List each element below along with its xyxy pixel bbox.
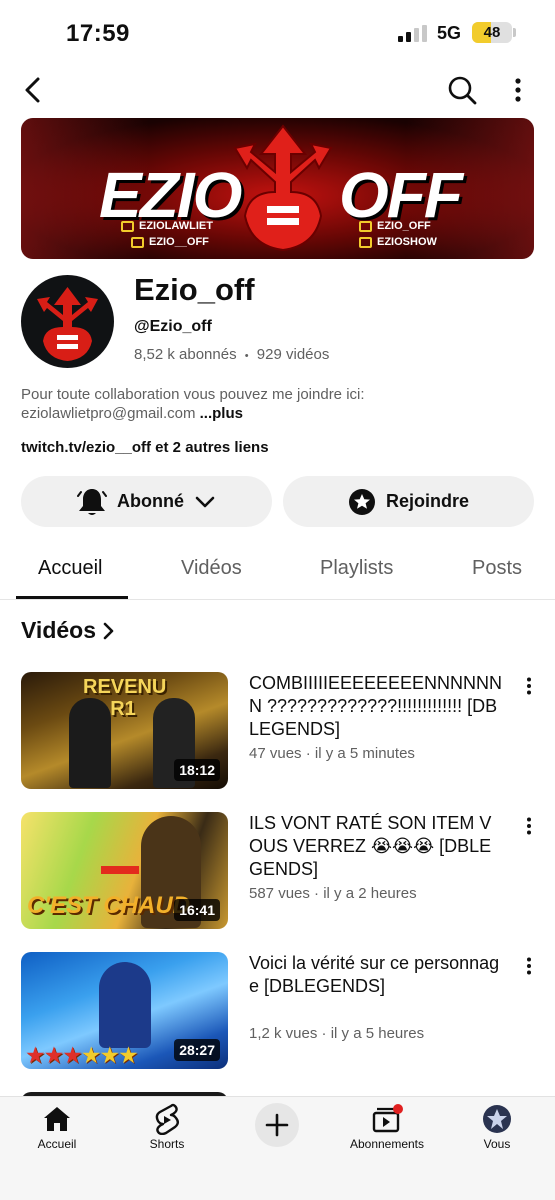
video-title[interactable]: Voici la vérité sur ce personnage [DBLEG… bbox=[249, 952, 504, 998]
video-count: 929 vidéos bbox=[256, 346, 330, 363]
back-button[interactable] bbox=[16, 72, 48, 108]
subscribed-label: Abonné bbox=[117, 491, 184, 511]
status-time: 17:59 bbox=[66, 20, 130, 47]
banner-social-twitch: EZIO__OFF bbox=[131, 236, 209, 248]
profile-avatar-icon bbox=[483, 1105, 511, 1133]
more-options-button[interactable] bbox=[504, 72, 532, 108]
description-line-1: Pour toute collaboration vous pouvez me … bbox=[21, 386, 365, 403]
channel-stats: 8,52 k abonnés • 929 vidéos bbox=[134, 346, 329, 363]
video-more-button[interactable] bbox=[519, 814, 539, 838]
channel-banner: EZIO OFF EZIOLAWLIET EZIO__OFF EZIO_OFF … bbox=[21, 118, 534, 259]
thumbnail-overlay-text: C'EST CHAUD bbox=[27, 892, 191, 919]
video-item[interactable]: C'EST CHAUD 16:41 ILS VONT RATÉ SON ITEM… bbox=[21, 812, 541, 930]
nav-home[interactable]: Accueil bbox=[7, 1101, 107, 1151]
channel-name: Ezio_off bbox=[134, 272, 255, 307]
nav-subscriptions-label: Abonnements bbox=[349, 1137, 425, 1151]
video-more-button[interactable] bbox=[519, 954, 539, 978]
description-more-link[interactable]: ...plus bbox=[200, 405, 243, 422]
create-button[interactable] bbox=[255, 1103, 299, 1147]
channel-tabs: Accueil Vidéos Playlists Posts bbox=[0, 544, 555, 600]
section-title: Vidéos bbox=[21, 617, 96, 643]
tab-playlists[interactable]: Playlists bbox=[320, 557, 393, 580]
nav-home-label: Accueil bbox=[37, 1137, 77, 1151]
emblem-logo-icon bbox=[233, 124, 333, 252]
banner-social-youtube-2: EZIOSHOW bbox=[359, 236, 437, 248]
video-thumbnail[interactable]: REVENU R1 18:12 bbox=[21, 672, 228, 789]
channel-handle: @Ezio_off bbox=[134, 318, 212, 335]
battery-icon: 48 bbox=[472, 22, 512, 43]
status-bar: 17:59 5G 48 bbox=[0, 0, 555, 66]
nav-shorts-label: Shorts bbox=[149, 1137, 185, 1151]
banner-social-x: EZIOLAWLIET bbox=[121, 220, 213, 232]
thumbnail-person-left bbox=[69, 698, 111, 788]
battery-tip bbox=[513, 28, 516, 37]
video-more-button[interactable] bbox=[519, 674, 539, 698]
bottom-nav: Accueil Shorts Abonnements Vous bbox=[0, 1096, 555, 1200]
signal-icon bbox=[398, 25, 427, 42]
thumbnail-star-rating: ★★★★★★ bbox=[25, 1042, 139, 1068]
video-meta: 1,2 k vues · il y a 5 heures bbox=[249, 1025, 425, 1042]
bell-icon bbox=[77, 488, 107, 515]
kebab-menu-icon bbox=[515, 78, 521, 102]
twitch-icon bbox=[131, 236, 144, 248]
chevron-right-icon bbox=[103, 622, 114, 639]
video-title[interactable]: COMBIIIIIEEEEEEEENNNNNNN ?????????????!!… bbox=[249, 672, 504, 741]
thumbnail-figure bbox=[99, 962, 151, 1048]
subscriber-count: 8,52 k abonnés bbox=[134, 346, 237, 363]
stats-separator: • bbox=[244, 350, 249, 362]
video-duration: 28:27 bbox=[174, 1039, 220, 1061]
plus-icon bbox=[265, 1113, 289, 1137]
nav-you[interactable]: Vous bbox=[447, 1101, 547, 1151]
subscriptions-icon bbox=[372, 1104, 403, 1133]
banner-social-youtube: EZIO_OFF bbox=[359, 220, 431, 232]
kebab-menu-icon bbox=[527, 817, 531, 835]
video-thumbnail[interactable]: ★★★★★★ 28:27 bbox=[21, 952, 228, 1069]
tab-home[interactable]: Accueil bbox=[38, 557, 102, 580]
thumbnail-arrow bbox=[101, 866, 139, 874]
nav-you-label: Vous bbox=[483, 1137, 511, 1151]
kebab-menu-icon bbox=[527, 957, 531, 975]
nav-shorts[interactable]: Shorts bbox=[117, 1101, 217, 1151]
search-button[interactable] bbox=[444, 72, 480, 108]
video-item[interactable]: REVENU R1 18:12 COMBIIIIIEEEEEEEENNNNNNN… bbox=[21, 672, 541, 790]
home-icon bbox=[44, 1107, 70, 1131]
video-meta: 47 vues · il y a 5 minutes bbox=[249, 745, 415, 762]
kebab-menu-icon bbox=[527, 677, 531, 695]
videos-section-header[interactable]: Vidéos bbox=[21, 617, 116, 644]
tab-posts[interactable]: Posts bbox=[472, 557, 522, 580]
back-arrow-icon bbox=[25, 77, 40, 103]
search-icon bbox=[448, 76, 477, 105]
shorts-icon bbox=[155, 1103, 179, 1135]
video-meta: 587 vues · il y a 2 heures bbox=[249, 885, 417, 902]
avatar-emblem-icon bbox=[37, 287, 98, 361]
channel-avatar[interactable] bbox=[21, 275, 114, 368]
star-badge-icon bbox=[348, 488, 375, 515]
tab-videos[interactable]: Vidéos bbox=[181, 557, 242, 580]
active-tab-indicator bbox=[16, 596, 128, 599]
network-label: 5G bbox=[437, 23, 462, 43]
video-title[interactable]: ILS VONT RATÉ SON ITEM VOUS VERREZ 😭😭😭 [… bbox=[249, 812, 504, 881]
top-bar bbox=[0, 66, 555, 114]
youtube-icon bbox=[359, 236, 372, 248]
video-item[interactable]: ★★★★★★ 28:27 Voici la vérité sur ce pers… bbox=[21, 952, 541, 1070]
youtube-icon bbox=[359, 220, 372, 232]
channel-links[interactable]: twitch.tv/ezio__off et 2 autres liens bbox=[21, 439, 269, 456]
subscribed-button[interactable]: Abonné bbox=[21, 476, 272, 527]
chevron-down-icon bbox=[195, 496, 215, 507]
x-icon bbox=[121, 220, 134, 232]
video-duration: 18:12 bbox=[174, 759, 220, 781]
nav-subscriptions[interactable]: Abonnements bbox=[337, 1101, 437, 1151]
join-label: Rejoindre bbox=[385, 491, 469, 511]
video-duration: 16:41 bbox=[174, 899, 220, 921]
join-button[interactable]: Rejoindre bbox=[283, 476, 534, 527]
video-thumbnail[interactable]: C'EST CHAUD 16:41 bbox=[21, 812, 228, 929]
description-line-2: eziolawlietpro@gmail.com bbox=[21, 405, 196, 422]
battery-level: 48 bbox=[483, 24, 501, 41]
channel-description[interactable]: Pour toute collaboration vous pouvez me … bbox=[21, 385, 441, 423]
